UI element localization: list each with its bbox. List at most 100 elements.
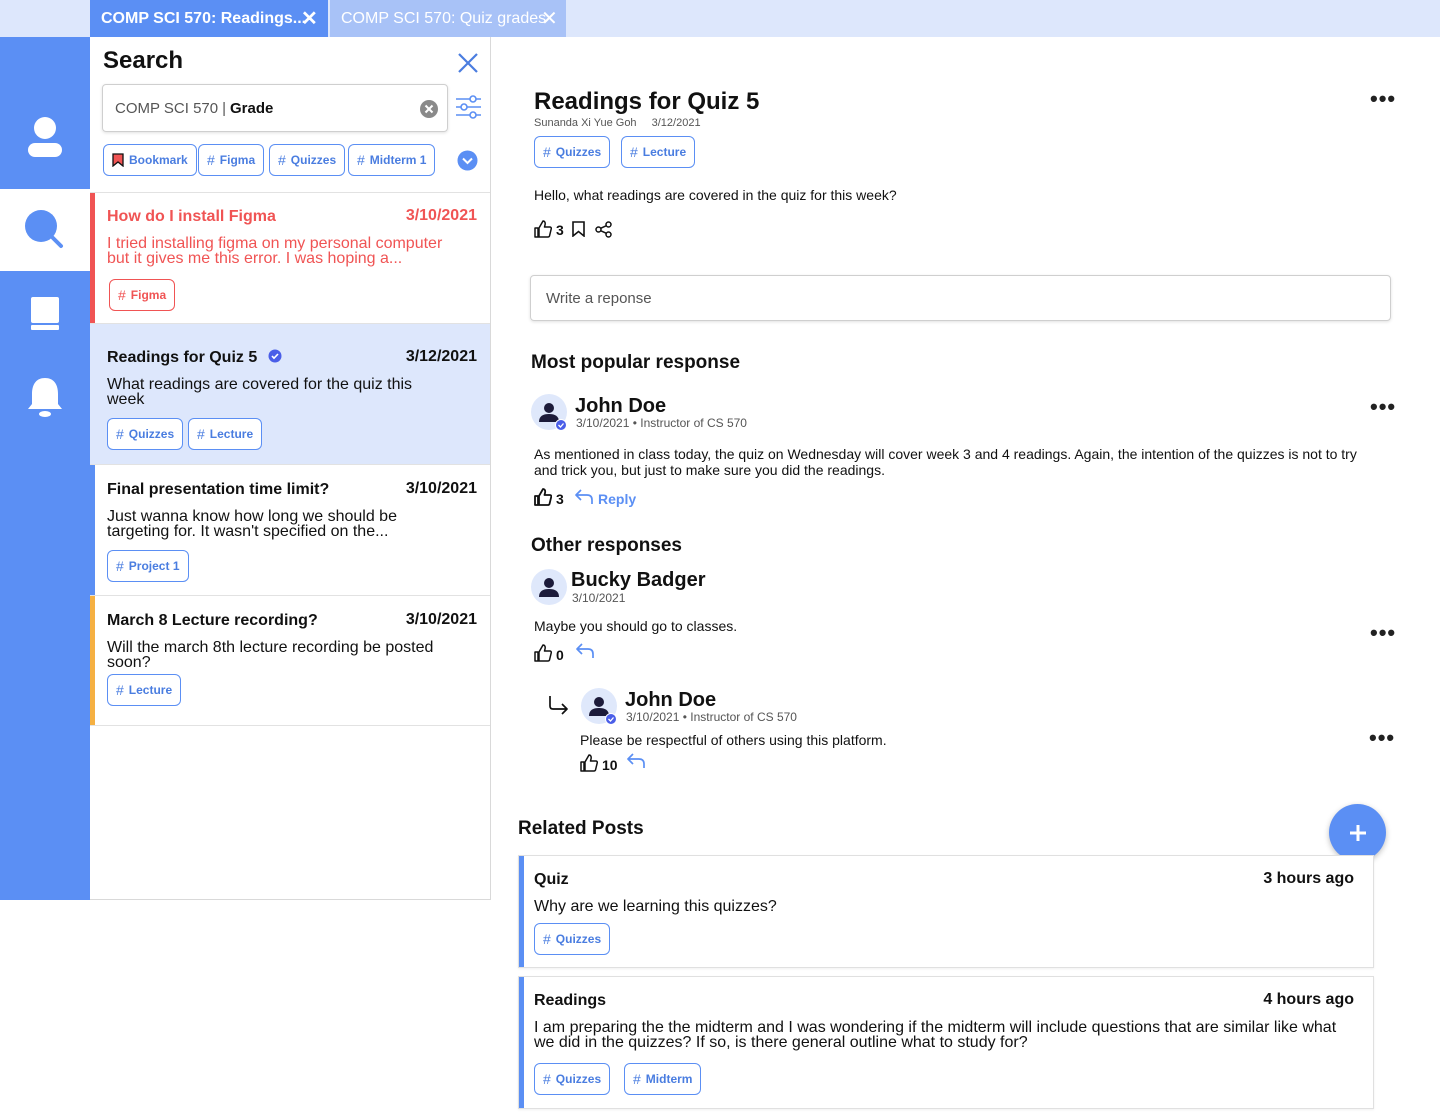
filter-chip-midterm[interactable]: # Midterm 1 — [348, 144, 436, 176]
tag-chip[interactable]: # Figma — [109, 279, 176, 311]
more-options-icon[interactable]: ••• — [1369, 727, 1395, 749]
panel-title: Search — [103, 47, 184, 74]
more-options-icon[interactable]: ••• — [1370, 396, 1396, 418]
new-post-button[interactable] — [1329, 804, 1386, 861]
filter-chip-figma[interactable]: # Figma — [198, 144, 265, 176]
thumbs-up-icon[interactable] — [580, 754, 598, 772]
thread-body: Hello, what readings are covered in the … — [534, 187, 897, 203]
post-date: 3/10/2021 — [405, 480, 477, 497]
more-options-icon[interactable]: ••• — [1370, 622, 1396, 644]
related-body: Why are we learning this quizzes? — [534, 898, 777, 915]
related-post-card[interactable]: Readings 4 hours ago I am preparing the … — [518, 976, 1374, 1109]
post-excerpt: Just wanna know how long we should be ta… — [107, 508, 397, 540]
chevron-down-icon[interactable] — [457, 150, 478, 171]
hash-icon: # — [116, 558, 124, 574]
tag-chip[interactable]: # Quizzes — [534, 136, 611, 168]
like-count: 3 — [556, 222, 564, 238]
post-title: Readings for Quiz 5 — [107, 349, 282, 367]
hash-icon: # — [118, 287, 126, 303]
search-input[interactable]: COMP SCI 570 | Grade — [102, 84, 448, 132]
close-icon[interactable] — [457, 52, 479, 74]
reply-icon[interactable] — [575, 643, 595, 659]
profile-icon — [589, 697, 617, 725]
hash-icon: # — [543, 144, 551, 160]
nav-profile[interactable] — [0, 96, 90, 178]
post-date: 3/10/2021 — [405, 207, 477, 224]
filter-chip-quizzes[interactable]: # Quizzes — [269, 144, 346, 176]
hash-icon: # — [197, 426, 205, 442]
close-icon[interactable]: ✕ — [301, 9, 318, 29]
chip-label: Midterm — [645, 1072, 693, 1086]
tag-chip[interactable]: # Lecture — [621, 136, 696, 168]
thumbs-up-icon[interactable] — [534, 488, 552, 506]
post-date: 3/12/2021 — [405, 348, 477, 365]
post-date: 3/10/2021 — [405, 611, 477, 628]
reply-icon[interactable] — [574, 489, 594, 505]
post-title-text: Readings for Quiz 5 — [107, 349, 258, 366]
profile-icon — [28, 117, 62, 157]
tag-chip[interactable]: # Quizzes — [107, 418, 184, 450]
tag-chip[interactable]: # Midterm — [624, 1063, 702, 1095]
profile-icon — [539, 578, 559, 597]
responder-name: John Doe — [575, 395, 667, 417]
tag-chip[interactable]: # Project 1 — [107, 550, 189, 582]
thread-date: 3/12/2021 — [651, 117, 701, 129]
post-accent-bar — [90, 193, 95, 323]
search-query-course: COMP SCI 570 — [115, 99, 219, 117]
like-count: 3 — [556, 491, 564, 507]
chip-label: Lecture — [128, 683, 173, 697]
related-title: Quiz — [534, 871, 569, 888]
reply-button[interactable]: Reply — [598, 491, 636, 507]
avatar — [531, 394, 567, 431]
chip-label: Lecture — [209, 427, 254, 441]
tab-quiz-grades[interactable]: COMP SCI 570: Quiz grades ✕ — [330, 0, 566, 37]
tab-readings[interactable]: COMP SCI 570: Readings... ✕ — [90, 0, 328, 37]
chip-label: Midterm 1 — [369, 153, 427, 167]
profile-icon — [539, 403, 567, 431]
hash-icon: # — [357, 152, 365, 168]
more-options-icon[interactable]: ••• — [1370, 88, 1396, 110]
bookmark-icon — [112, 153, 124, 167]
chip-label: Quizzes — [555, 1072, 602, 1086]
like-count: 0 — [556, 647, 564, 663]
chip-label: Figma — [130, 288, 167, 302]
thread-title: Readings for Quiz 5 — [534, 88, 760, 115]
bookmark-icon[interactable] — [572, 221, 585, 237]
nav-notifications[interactable] — [0, 356, 90, 438]
thumbs-up-icon[interactable] — [534, 220, 552, 238]
related-post-card[interactable]: Quiz 3 hours ago Why are we learning thi… — [518, 855, 1374, 968]
nav-courses[interactable] — [0, 273, 90, 355]
related-title: Readings — [534, 992, 607, 1009]
hash-icon: # — [543, 1071, 551, 1087]
tag-chip[interactable]: # Lecture — [107, 674, 182, 706]
nav-search[interactable] — [0, 189, 90, 271]
tag-chip[interactable]: # Lecture — [188, 418, 263, 450]
reply-icon[interactable] — [626, 753, 646, 769]
list-item-post[interactable]: How do I install Figma 3/10/2021 I tried… — [90, 192, 490, 323]
hash-icon: # — [116, 682, 124, 698]
avatar — [531, 569, 567, 605]
response-input[interactable]: Write a reponse — [530, 275, 1391, 321]
list-item-post-selected[interactable]: Readings for Quiz 5 3/12/2021 What readi… — [90, 323, 490, 464]
filter-chip-bookmark[interactable]: Bookmark — [103, 144, 197, 176]
list-item-post[interactable]: Final presentation time limit? 3/10/2021… — [90, 464, 490, 595]
post-title: How do I install Figma — [107, 208, 276, 225]
chip-label: Bookmark — [129, 153, 188, 167]
responder-date: 3/10/2021 — [572, 591, 626, 605]
search-icon — [25, 210, 63, 248]
post-accent-bar — [90, 596, 95, 725]
chip-label: Quizzes — [128, 427, 175, 441]
nested-reply-arrow-icon — [549, 696, 568, 715]
tag-chip[interactable]: # Quizzes — [534, 1063, 611, 1095]
filter-sliders-icon[interactable] — [455, 94, 482, 121]
tag-chip[interactable]: # Quizzes — [534, 923, 611, 955]
related-time: 4 hours ago — [1263, 991, 1354, 1008]
thumbs-up-icon[interactable] — [534, 644, 552, 662]
clear-icon[interactable] — [419, 99, 439, 119]
list-item-post[interactable]: March 8 Lecture recording? 3/10/2021 Wil… — [90, 595, 490, 726]
book-icon — [31, 297, 59, 330]
share-icon[interactable] — [595, 221, 612, 238]
close-icon[interactable]: ✕ — [541, 9, 558, 29]
like-count: 10 — [602, 757, 618, 773]
post-excerpt: I tried installing figma on my personal … — [107, 235, 443, 267]
